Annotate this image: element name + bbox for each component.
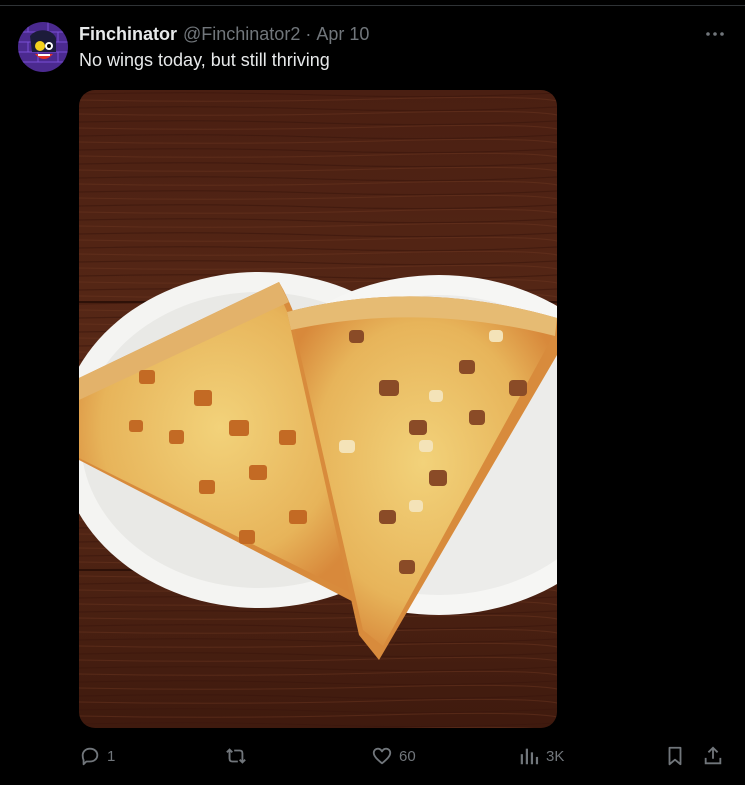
bookmark-button[interactable] — [664, 742, 686, 770]
repost-icon — [226, 748, 246, 764]
avatar-image — [18, 22, 68, 72]
views-button[interactable]: 3K — [518, 742, 564, 770]
like-count: 60 — [399, 747, 416, 765]
share-button[interactable] — [702, 742, 724, 770]
tweet-text: No wings today, but still thriving — [79, 50, 330, 70]
tweet-date[interactable]: Apr 10 — [316, 24, 369, 45]
action-bar: 1 60 3K — [0, 742, 745, 770]
reply-count: 1 — [107, 747, 116, 765]
more-options-button[interactable] — [702, 24, 728, 44]
top-divider — [0, 5, 745, 6]
author-name[interactable]: Finchinator — [79, 24, 177, 45]
avatar[interactable] — [18, 22, 68, 72]
reply-icon — [81, 747, 99, 766]
views-icon — [520, 748, 539, 765]
bookmark-icon — [668, 746, 682, 766]
more-icon — [706, 32, 724, 36]
like-button[interactable]: 60 — [371, 742, 416, 770]
pizza-photo — [79, 90, 557, 728]
views-count: 3K — [546, 747, 565, 765]
tweet-photo[interactable] — [79, 90, 557, 728]
tweet-header: Finchinator @Finchinator2 · Apr 10 — [79, 24, 369, 46]
author-handle[interactable]: @Finchinator2 — [183, 24, 300, 45]
reply-button[interactable]: 1 — [79, 742, 115, 770]
repost-button[interactable] — [224, 742, 254, 770]
like-icon — [372, 747, 392, 765]
share-icon — [704, 746, 722, 765]
separator-dot: · — [305, 24, 312, 44]
